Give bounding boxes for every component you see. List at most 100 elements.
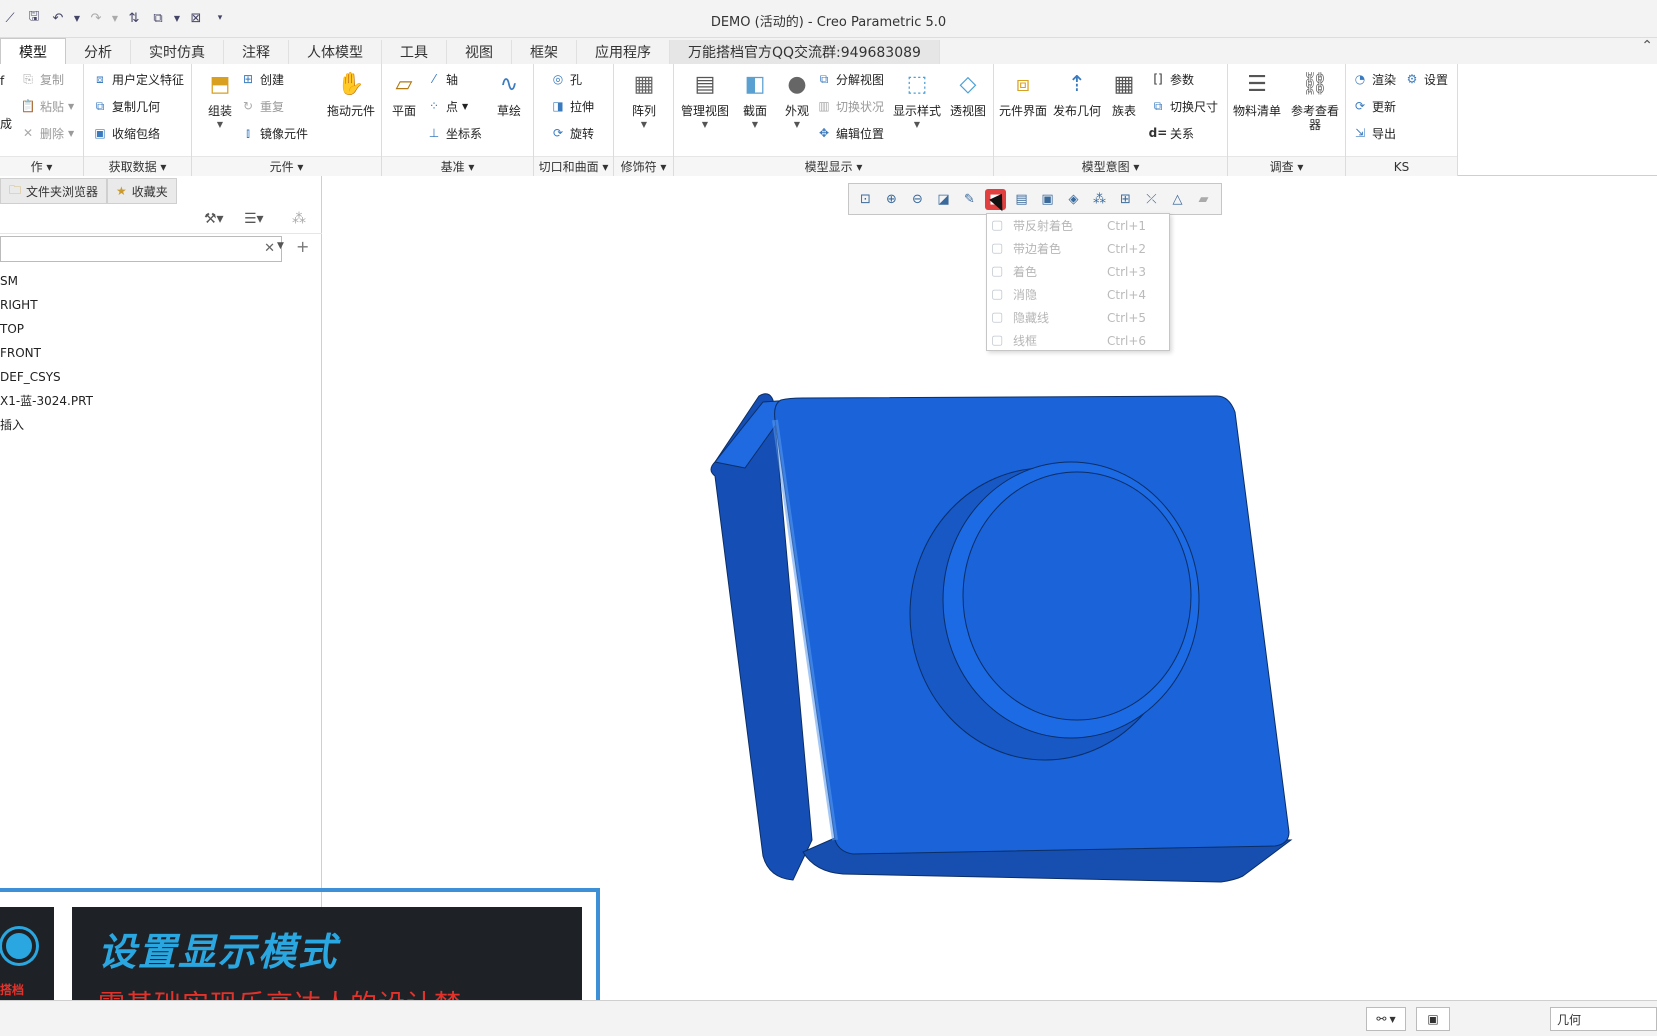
pattern-button[interactable]: ▦ 阵列 ▼ (620, 66, 668, 152)
named-views-icon[interactable]: ▣ (1037, 189, 1058, 210)
point-button[interactable]: ⁘ 点 ▼ (426, 95, 468, 117)
update-button[interactable]: ⟳ 更新 (1352, 95, 1396, 117)
delete-button[interactable]: ✕ 删除 ▼ (20, 122, 74, 144)
shrinkwrap-button[interactable]: ▣ 收缩包络 (92, 122, 160, 144)
section-icon[interactable]: ◈ (1063, 189, 1084, 210)
spin-icon[interactable]: △ (1167, 189, 1188, 210)
zoom-out-icon[interactable]: ⊖ (907, 189, 928, 210)
tab-model[interactable]: 模型 (0, 38, 66, 64)
show-icon[interactable]: ☰▾ (244, 211, 264, 227)
family-table-button[interactable]: ▦ 族表 (1104, 66, 1144, 152)
tab-framework[interactable]: 框架 (512, 40, 577, 64)
tree-item[interactable]: SM (0, 270, 18, 292)
export-button[interactable]: ⇲ 导出 (1352, 122, 1396, 144)
csys-button[interactable]: ⊥ 坐标系 (426, 122, 482, 144)
annotation-display-icon[interactable]: ⊞ (1115, 189, 1136, 210)
tab-annotate[interactable]: 注释 (224, 40, 289, 64)
copy-button[interactable]: ⎘ 复制 (20, 68, 64, 90)
tab-applications[interactable]: 应用程序 (577, 40, 670, 64)
zoom-in-icon[interactable]: ⊕ (881, 189, 902, 210)
menu-item-wireframe[interactable]: ▢ 线框 Ctrl+6 (987, 329, 1169, 352)
group-label-get-data[interactable]: 获取数据 ▾ (84, 156, 191, 176)
axis-button[interactable]: ⁄ 轴 (426, 68, 458, 90)
sketch-button[interactable]: ∿ 草绘 (488, 66, 530, 152)
menu-item-shading-edges[interactable]: ▢ 带边着色 Ctrl+2 (987, 237, 1169, 260)
manage-views-button[interactable]: ▤ 管理视图 ▼ (678, 66, 732, 152)
extrude-button[interactable]: ◨ 拉伸 (550, 95, 594, 117)
tools-icon[interactable]: ⚒▾ (204, 211, 224, 227)
group-model-intent: ⧈ 元件界面 ⇡ 发布几何 ▦ 族表 [] 参数 ⧉ 切换尺寸 d= 关系 模型意图 ▾ (994, 64, 1228, 176)
explode-view-button[interactable]: ⧉ 分解视图 (816, 68, 884, 90)
perspective-icon[interactable]: ⤫ (1141, 189, 1162, 210)
publish-geometry-button[interactable]: ⇡ 发布几何 (1052, 66, 1102, 152)
tree-item[interactable]: 插入 (0, 414, 24, 436)
paste-button[interactable]: 📋 粘贴 ▼ (20, 95, 75, 117)
relations-button[interactable]: d= 关系 (1149, 122, 1194, 144)
spin-center-icon[interactable]: ✎ (959, 189, 980, 210)
menu-item-hidden-line[interactable]: ▢ 隐藏线 Ctrl+5 (987, 306, 1169, 329)
search-input[interactable] (1, 237, 241, 261)
search-dropdown-icon[interactable]: ▼ (277, 241, 284, 251)
appearance-button[interactable]: ● 外观 ▼ (776, 66, 818, 152)
tree-item[interactable]: X1-蓝-3024.PRT (0, 390, 93, 412)
tab-tools[interactable]: 工具 (382, 40, 447, 64)
hole-button[interactable]: ◎ 孔 (550, 68, 582, 90)
copy-geometry-button[interactable]: ⧉ 复制几何 (92, 95, 160, 117)
tree-item[interactable]: DEF_CSYS (0, 366, 61, 388)
repaint-icon[interactable]: ◪ (933, 189, 954, 210)
plane-button[interactable]: ▱ 平面 (384, 66, 424, 152)
menu-item-shading-reflections[interactable]: ▢ 带反射着色 Ctrl+1 (987, 214, 1169, 237)
tab-manikin[interactable]: 人体模型 (289, 40, 382, 64)
menu-item-shading[interactable]: ▢ 着色 Ctrl+3 (987, 260, 1169, 283)
selection-filter[interactable]: 几何 (1550, 1007, 1657, 1031)
find-button[interactable]: ⚯ ▼ (1366, 1007, 1406, 1031)
add-icon[interactable]: + (296, 237, 309, 256)
group-label-operations[interactable]: 作 ▾ (0, 156, 83, 176)
assemble-button[interactable]: ⬒ 组装 ▼ (196, 66, 244, 152)
group-label-modifiers[interactable]: 修饰符 ▾ (614, 156, 673, 176)
tree-item[interactable]: RIGHT (0, 294, 38, 316)
perspective-button[interactable]: ◇ 透视图 (946, 66, 990, 152)
toggle-status-button[interactable]: ▥ 切换状况 (816, 95, 884, 117)
display-style-button[interactable]: ⬚ 显示样式 ▼ (890, 66, 944, 152)
group-label-datum[interactable]: 基准 ▾ (382, 156, 533, 176)
selection-button[interactable]: ▣ (1416, 1007, 1450, 1031)
udf-button[interactable]: ⧈ 用户定义特征 (92, 68, 184, 90)
saved-views-icon[interactable]: ▤ (1011, 189, 1032, 210)
appearance-icon[interactable]: ▰ (1193, 189, 1214, 210)
datum-display-icon[interactable]: ⁂ (1089, 189, 1110, 210)
mirror-component-button[interactable]: ⫾ 镜像元件 (240, 122, 308, 144)
settings-button[interactable]: ⚙ 设置 (1404, 68, 1448, 90)
group-label-component[interactable]: 元件 ▾ (192, 156, 381, 176)
group-label-investigate[interactable]: 调查 ▾ (1228, 156, 1345, 176)
bom-button[interactable]: ☰ 物料清单 (1232, 66, 1282, 152)
group-label-cut-surface[interactable]: 切口和曲面 ▾ (534, 156, 613, 176)
group-label-model-display[interactable]: 模型显示 ▾ (674, 156, 993, 176)
tab-qq-group[interactable]: 万能搭档官方QQ交流群:949683089 (670, 40, 940, 64)
filter-icon[interactable]: ⁂ (292, 211, 306, 227)
switch-dimensions-button[interactable]: ⧉ 切换尺寸 (1150, 95, 1218, 117)
reference-viewer-button[interactable]: ⛓ 参考查看器 (1288, 66, 1342, 152)
parameters-button[interactable]: [] 参数 (1150, 68, 1194, 90)
tab-view[interactable]: 视图 (447, 40, 512, 64)
render-button[interactable]: ◔ 渲染 (1352, 68, 1396, 90)
tab-folder-browser[interactable]: 🗀 文件夹浏览器 (0, 178, 108, 204)
section-button[interactable]: ◧ 截面 ▼ (734, 66, 776, 152)
revolve-button[interactable]: ⟳ 旋转 (550, 122, 594, 144)
group-label-model-intent[interactable]: 模型意图 ▾ (994, 156, 1227, 176)
refit-icon[interactable]: ⊡ (855, 189, 876, 210)
ribbon-collapse-icon[interactable]: ⌃ (1641, 38, 1653, 54)
group-datum: ▱ 平面 ⁄ 轴 ⁘ 点 ▼ ⊥ 坐标系 ∿ 草绘 基准 ▾ (382, 64, 534, 176)
tree-item[interactable]: FRONT (0, 342, 41, 364)
create-button[interactable]: ⊞ 创建 (240, 68, 284, 90)
edit-position-button[interactable]: ✥ 编辑位置 (816, 122, 884, 144)
repeat-button[interactable]: ↻ 重复 (240, 95, 284, 117)
tab-live-simulation[interactable]: 实时仿真 (131, 40, 224, 64)
clear-icon[interactable]: ✕ (264, 241, 275, 256)
tab-favorites[interactable]: ★ 收藏夹 (107, 178, 177, 204)
drag-component-button[interactable]: ✋ 拖动元件 (324, 66, 378, 152)
component-interface-button[interactable]: ⧈ 元件界面 (996, 66, 1050, 152)
menu-item-no-hidden[interactable]: ▢ 消隐 Ctrl+4 (987, 283, 1169, 306)
tab-analysis[interactable]: 分析 (66, 40, 131, 64)
tree-item[interactable]: TOP (0, 318, 24, 340)
